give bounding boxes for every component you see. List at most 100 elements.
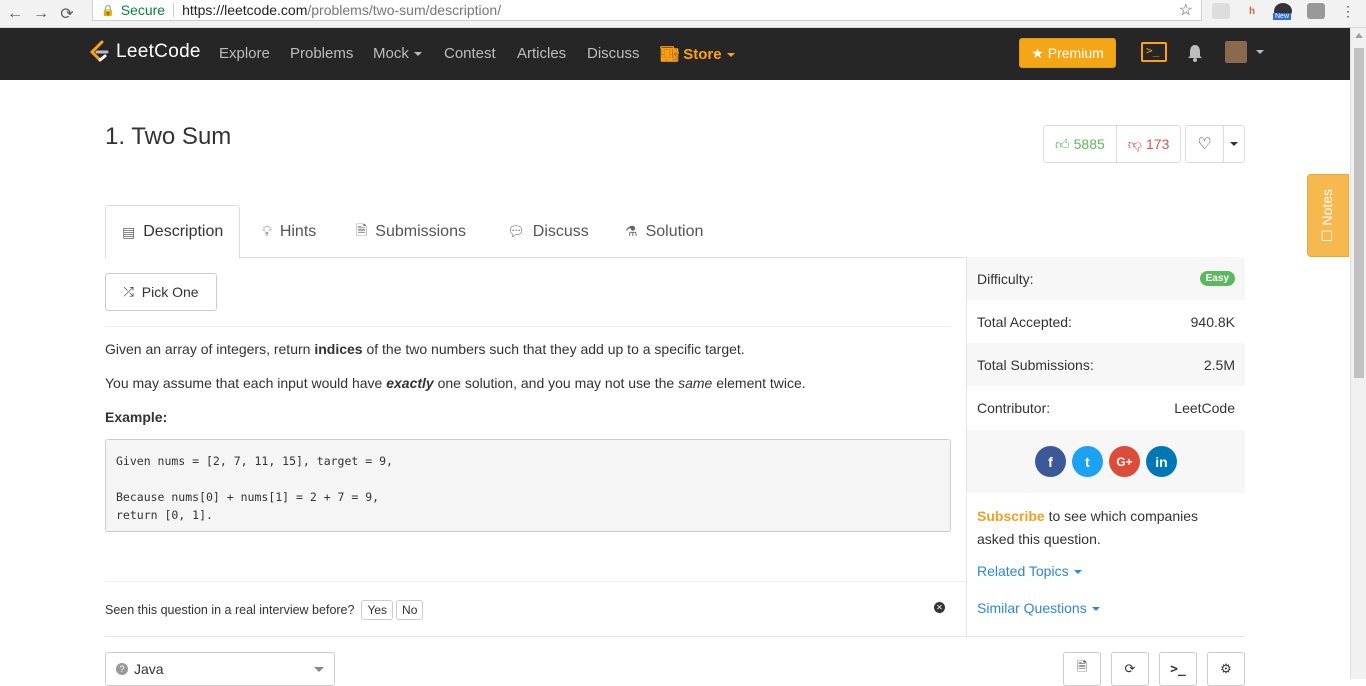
- upvote-count: 5885: [1073, 136, 1105, 152]
- settings-gear-icon[interactable]: ⚙: [1207, 652, 1245, 686]
- secure-label: Secure: [120, 2, 166, 18]
- code-file-icon: 🗎︎: [356, 221, 368, 238]
- favorite-heart-icon[interactable]: ♡: [1186, 126, 1224, 162]
- bold-text: exactly: [386, 375, 433, 391]
- extension-icon[interactable]: [1307, 3, 1325, 19]
- extension-icon[interactable]: New: [1273, 3, 1292, 20]
- flask-icon: ⚗︎: [625, 223, 638, 239]
- language-value: Java: [134, 661, 164, 677]
- help-question-icon: ?: [116, 663, 128, 675]
- accepted-label: Total Accepted:: [977, 313, 1072, 330]
- nav-mock[interactable]: Mock: [373, 45, 422, 62]
- social-share-row: f t G+ in: [967, 430, 1245, 493]
- bold-text: indices: [314, 341, 363, 357]
- caret-down-icon: [1230, 142, 1238, 146]
- favorite-dropdown-button[interactable]: [1224, 126, 1244, 162]
- user-avatar[interactable]: [1225, 41, 1247, 63]
- submissions-row: Total Submissions: 2.5M: [967, 343, 1245, 386]
- tab-discuss[interactable]: 💬︎ Discuss: [507, 205, 589, 258]
- thumbs-down-icon: 👎︎: [1127, 135, 1143, 152]
- nav-discuss[interactable]: Discuss: [587, 45, 640, 62]
- twitter-icon[interactable]: t: [1072, 446, 1103, 477]
- linkedin-icon[interactable]: in: [1146, 446, 1177, 477]
- divider: [105, 326, 951, 327]
- caret-down-icon: [1091, 607, 1100, 612]
- nav-problems[interactable]: Problems: [290, 45, 353, 62]
- caret-down-icon: [413, 52, 422, 57]
- problem-tabs: ▤ Description 💡︎ Hints 🗎︎ Submissions 💬︎…: [105, 205, 1245, 259]
- related-topics-link[interactable]: Related Topics: [977, 563, 1082, 579]
- text-run: You may assume that each input would hav…: [105, 375, 387, 391]
- divider: [105, 636, 1245, 637]
- nav-articles[interactable]: Articles: [517, 45, 566, 62]
- leetcode-logo[interactable]: LeetCode: [88, 40, 201, 64]
- leetcode-logo-icon: [89, 40, 109, 62]
- nav-contest[interactable]: Contest: [444, 45, 496, 62]
- console-terminal-icon[interactable]: >_: [1159, 652, 1197, 686]
- premium-label: Premium: [1047, 45, 1104, 61]
- top-navbar: LeetCode Explore Problems Mock Contest A…: [0, 28, 1350, 80]
- avatar-caret-down-icon[interactable]: [1256, 50, 1264, 54]
- bookmark-star-icon[interactable]: ☆: [1179, 0, 1193, 20]
- url-path: /problems/two-sum/description/: [307, 2, 502, 18]
- comments-icon: 💬︎: [507, 223, 525, 239]
- contributor-label: Contributor:: [977, 399, 1051, 416]
- no-button[interactable]: No: [396, 600, 424, 620]
- description-list-icon: ▤: [122, 223, 136, 240]
- thumbs-up-icon: 👍︎: [1055, 135, 1070, 152]
- browser-menu-icon[interactable]: ⋮: [1339, 3, 1357, 19]
- reload-icon[interactable]: ⟳: [56, 3, 78, 25]
- scrollbar-thumb[interactable]: [1354, 48, 1364, 378]
- similar-questions-link[interactable]: Similar Questions: [977, 600, 1100, 616]
- reset-refresh-icon[interactable]: ⟳: [1111, 652, 1149, 686]
- notes-label: ☐ Notes: [1319, 188, 1336, 243]
- tab-description[interactable]: ▤ Description: [105, 205, 241, 259]
- code-file-icon[interactable]: 🗎︎: [1063, 652, 1101, 686]
- facebook-icon[interactable]: f: [1035, 446, 1066, 477]
- subscribe-link[interactable]: Subscribe: [977, 508, 1045, 524]
- notes-text: Notes: [1319, 188, 1336, 226]
- extension-icon[interactable]: [1212, 3, 1230, 19]
- italic-text: same: [678, 375, 713, 391]
- playground-terminal-icon[interactable]: >_: [1141, 42, 1167, 62]
- star-icon: ★: [1031, 44, 1044, 61]
- tab-label: Discuss: [532, 222, 589, 240]
- downvote-count: 173: [1146, 136, 1170, 152]
- page-scrollbar[interactable]: [1350, 28, 1366, 679]
- address-separator: [173, 3, 175, 17]
- favorite-group: ♡: [1185, 125, 1245, 163]
- text-run: Given an array of integers, return: [105, 341, 315, 357]
- honey-extension-icon[interactable]: h: [1243, 3, 1261, 19]
- caret-down-icon: [726, 53, 735, 58]
- interview-question-bar: Seen this question in a real interview b…: [105, 600, 424, 620]
- problem-description-paragraph: Given an array of integers, return indic…: [105, 341, 745, 357]
- tab-hints[interactable]: 💡︎ Hints: [262, 205, 316, 258]
- scroll-up-arrow-icon[interactable]: [1355, 33, 1363, 38]
- tab-solution[interactable]: ⚗︎ Solution: [625, 205, 703, 258]
- nav-store-label: Store: [683, 46, 722, 63]
- notification-bell-icon[interactable]: [1186, 43, 1204, 63]
- yes-button[interactable]: Yes: [361, 600, 394, 620]
- contributor-value: LeetCode: [1174, 399, 1235, 416]
- submissions-label: Total Submissions:: [977, 356, 1094, 373]
- forward-arrow-icon[interactable]: →: [30, 3, 52, 25]
- pick-one-label: Pick One: [141, 284, 199, 300]
- close-icon[interactable]: ✕: [934, 602, 945, 613]
- accepted-value: 940.8K: [1190, 313, 1235, 330]
- address-bar[interactable]: 🔒 Secure https://leetcode.com /problems/…: [92, 0, 1202, 21]
- back-arrow-icon[interactable]: ←: [4, 3, 26, 25]
- text-run: of the two numbers such that they add up…: [362, 341, 745, 357]
- nav-store[interactable]: 🏬︎ Store: [660, 45, 735, 63]
- tab-submissions[interactable]: 🗎︎ Submissions: [356, 205, 466, 258]
- upvote-button[interactable]: 👍︎ 5885: [1044, 126, 1117, 162]
- downvote-button[interactable]: 👎︎ 173: [1117, 126, 1181, 162]
- language-select[interactable]: ? Java: [105, 652, 335, 686]
- notes-tab[interactable]: ☐ Notes: [1307, 174, 1349, 257]
- nav-explore[interactable]: Explore: [219, 45, 270, 62]
- new-badge: New: [1273, 13, 1292, 20]
- lightbulb-icon: 💡︎: [262, 223, 272, 239]
- pick-one-button[interactable]: ⤮ Pick One: [105, 273, 217, 311]
- google-plus-icon[interactable]: G+: [1109, 446, 1140, 477]
- related-topics-label: Related Topics: [977, 563, 1069, 579]
- premium-button[interactable]: ★ Premium: [1019, 38, 1116, 68]
